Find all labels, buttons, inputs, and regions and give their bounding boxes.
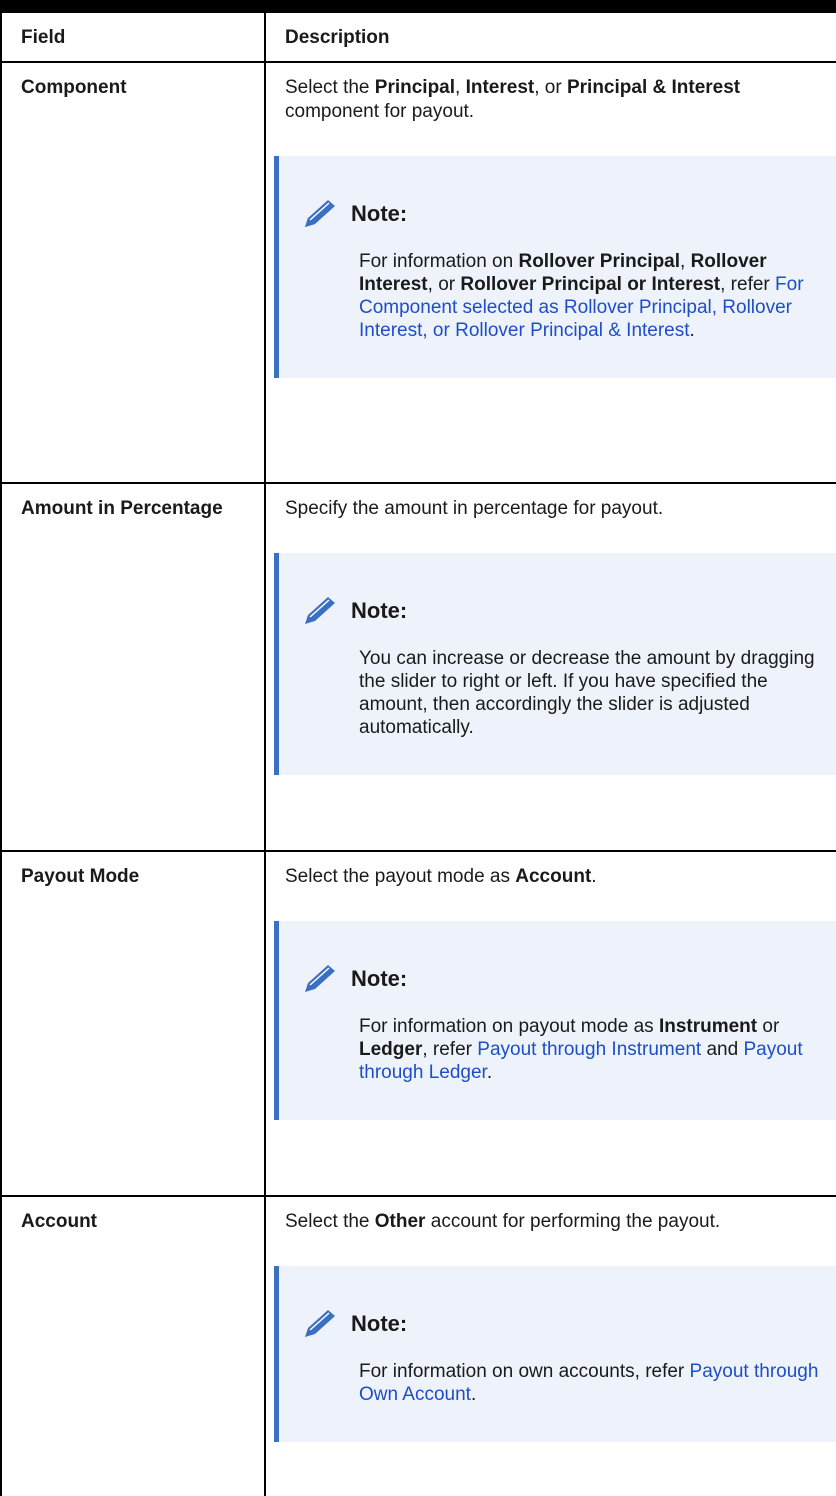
header-field: Field	[0, 13, 266, 63]
table-row: Amount in Percentage Specify the amount …	[0, 483, 836, 852]
note-text: For information on own accounts, refer P…	[359, 1361, 819, 1405]
description-cell: Select the Other account for performing …	[265, 1196, 836, 1496]
note-text: For information on Rollover Principal, R…	[359, 251, 804, 341]
note-box: Note: For information on own accounts, r…	[274, 1266, 836, 1442]
note-text: You can increase or decrease the amount …	[359, 648, 815, 738]
field-name: Payout Mode	[21, 866, 140, 887]
note-label: Note:	[351, 201, 408, 226]
top-rule	[0, 0, 836, 13]
table-row: Component Select the Principal, Interest…	[0, 62, 836, 484]
description-text: Select the Other account for performing …	[285, 1211, 721, 1232]
field-description-table: Field Description Component Select the P…	[0, 13, 836, 1496]
pencil-icon	[305, 597, 335, 624]
note-label: Note:	[351, 1311, 408, 1336]
field-cell: Account	[0, 1196, 266, 1496]
note-label: Note:	[351, 966, 408, 991]
note-box: Note: For information on Rollover Princi…	[274, 156, 836, 378]
description-text: Select the payout mode as Account.	[285, 866, 597, 887]
table-row: Payout Mode Select the payout mode as Ac…	[0, 851, 836, 1197]
description-text: Select the Principal, Interest, or Princ…	[285, 77, 741, 122]
description-cell: Select the Principal, Interest, or Princ…	[265, 62, 836, 484]
field-name: Component	[21, 77, 127, 98]
field-name: Amount in Percentage	[21, 498, 223, 519]
table-header-row: Field Description	[0, 13, 836, 63]
field-cell: Payout Mode	[0, 851, 266, 1197]
table-row: Account Select the Other account for per…	[0, 1196, 836, 1496]
pencil-icon	[305, 200, 335, 227]
pencil-icon	[305, 1310, 335, 1337]
note-box: Note: You can increase or decrease the a…	[274, 553, 836, 775]
description-cell: Specify the amount in percentage for pay…	[265, 483, 836, 852]
note-box: Note: For information on payout mode as …	[274, 921, 836, 1120]
link-payout-instrument[interactable]: Payout through Instrument	[477, 1039, 701, 1060]
header-description: Description	[265, 13, 836, 63]
pencil-icon	[305, 965, 335, 992]
note-label: Note:	[351, 598, 408, 623]
field-name: Account	[21, 1211, 97, 1232]
description-cell: Select the payout mode as Account. Note:…	[265, 851, 836, 1197]
field-cell: Component	[0, 62, 266, 484]
field-cell: Amount in Percentage	[0, 483, 266, 852]
description-text: Specify the amount in percentage for pay…	[285, 498, 664, 519]
note-text: For information on payout mode as Instru…	[359, 1016, 803, 1083]
